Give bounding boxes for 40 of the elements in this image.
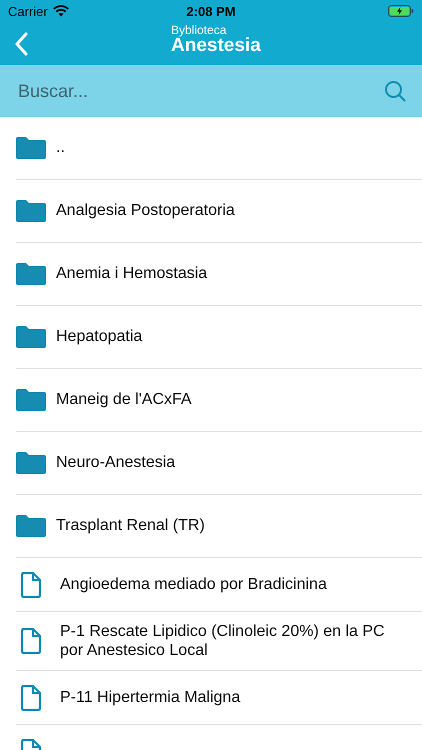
folder-icon: [16, 452, 46, 474]
item-label: P-1 Rescate Lipidico (Clinoleic 20%) en la PC por Anestesico Local: [60, 622, 386, 660]
clock-text: 2:08 PM: [185, 4, 237, 18]
item-label: Hepatopatia: [56, 327, 142, 347]
list-item[interactable]: Maneig de l'ACxFA: [16, 369, 422, 432]
folder-icon: [16, 389, 46, 411]
item-label: Analgesia Postoperatoria: [56, 201, 235, 221]
item-label: Angioedema mediado por Bradicinina: [60, 574, 327, 594]
search-bar[interactable]: Buscar...: [0, 65, 422, 117]
list-item[interactable]: ..: [16, 117, 422, 180]
item-label: P-11 Hipertermia Maligna: [60, 688, 240, 708]
document-icon: [20, 628, 42, 654]
search-field[interactable]: Buscar...: [18, 80, 384, 102]
wifi-icon: [52, 5, 69, 17]
list-item[interactable]: Neuro-Anestesia: [16, 432, 422, 495]
nav-subtitle: Byblioteca: [171, 24, 228, 36]
item-label: Maneig de l'ACxFA: [56, 390, 192, 410]
list-item[interactable]: P-11 Hipertermia Maligna: [16, 671, 422, 726]
folder-icon: [16, 200, 46, 222]
folder-icon: [16, 263, 46, 285]
document-icon: [20, 572, 42, 598]
back-icon[interactable]: [14, 32, 28, 56]
item-label: Anemia i Hemostasia: [56, 264, 208, 284]
folder-icon: [16, 515, 46, 537]
list-item[interactable]: Anemia i Hemostasia: [16, 243, 422, 306]
search-icon[interactable]: [384, 80, 406, 102]
carrier-text: Carrier: [8, 4, 48, 18]
item-label: Trasplant Renal (TR): [56, 516, 205, 536]
nav-title: Anestesia: [171, 36, 261, 55]
list-item[interactable]: Trasplant Renal (TR): [16, 495, 422, 558]
item-label: ..: [56, 138, 65, 158]
document-icon: [20, 684, 42, 711]
list-item[interactable]: Hepatopatia: [16, 306, 422, 369]
battery-charging-icon: [388, 5, 414, 17]
item-label: Neuro-Anestesia: [56, 453, 176, 473]
folder-icon: [16, 326, 46, 348]
list-item[interactable]: Analgesia Postoperatoria: [16, 180, 422, 243]
list-item[interactable]: Angioedema mediado por Bradicinina: [16, 558, 422, 612]
folder-icon: [16, 137, 46, 159]
list-item[interactable]: P-1 Rescate Lipidico (Clinoleic 20%) en la PC por Anestesico Local: [16, 612, 422, 672]
